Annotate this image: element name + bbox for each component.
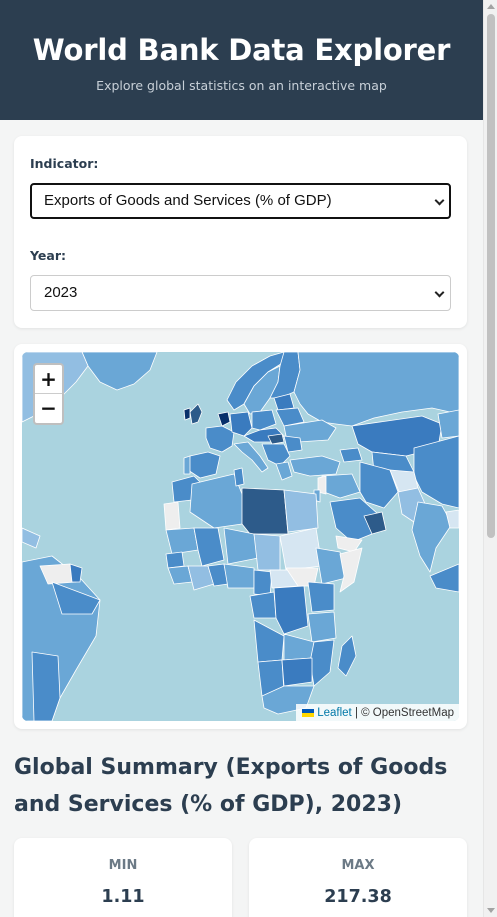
mali-region [193,527,225,567]
max-stat-card: MAX 217.38 [249,838,467,917]
greenland-region [81,352,158,391]
tunisia-region [233,467,245,487]
guyana-region [69,563,83,583]
uganda-kenya-region [307,581,335,613]
max-value: 217.38 [324,887,392,907]
page-subtitle: Explore global statistics on an interact… [96,78,387,93]
sudan-region [279,527,323,571]
chevron-down-icon [434,195,445,206]
choropleth-map[interactable]: + − Leaflet | © OpenStreetMap [22,352,459,721]
max-label: MAX [341,858,375,873]
cameroon-region [253,569,273,597]
leaflet-link[interactable]: Leaflet [317,707,352,719]
scroll-down-icon[interactable] [487,908,495,913]
spain-region [187,451,221,479]
chevron-down-icon [434,287,445,298]
year-select-value: 2023 [44,284,78,301]
drc-region [273,585,309,635]
map-card: + − Leaflet | © OpenStreetMap [14,344,467,729]
page-header: World Bank Data Explorer Explore global … [0,0,483,120]
somalia-region [339,547,363,593]
zoom-in-button[interactable]: + [35,365,62,394]
caucasus-region [339,447,363,463]
zambia-region [283,633,315,661]
tanzania-region [307,611,337,643]
mongolia-region [437,409,459,439]
indicator-label: Indicator: [30,156,99,171]
niger-region [223,527,259,565]
libya-region [241,487,289,535]
indicator-select[interactable]: Exports of Goods and Services (% of GDP) [30,183,451,219]
min-stat-card: MIN 1.11 [14,838,232,917]
controls-card: Indicator: Exports of Goods and Services… [14,136,467,328]
map-svg [22,352,459,721]
caribbean-region [22,527,41,549]
ireland-region [183,407,191,421]
russia-region [293,352,459,427]
turkey-region [289,455,341,477]
zoom-out-button[interactable]: − [35,394,62,423]
indonesia-region [429,563,459,593]
mozambique-region [309,639,335,687]
benelux-region [217,411,231,427]
portugal-region [183,455,191,475]
year-select[interactable]: 2023 [30,275,451,311]
chad-region [253,533,281,571]
syria-iraq-region [321,473,361,499]
year-label: Year: [30,248,66,263]
hungary-region [267,433,285,445]
scrollbar-thumb[interactable] [487,14,495,538]
min-label: MIN [108,858,138,873]
egypt-region [283,489,319,533]
greece-region [275,461,293,481]
zoom-control: + − [33,363,64,425]
mauritania-region [165,527,199,555]
page-title: World Bank Data Explorer [32,33,451,67]
senegal-region [165,551,185,569]
poland-region [251,409,277,431]
ukraine-flag-icon [302,709,315,717]
germany-region [229,411,253,437]
madagascar-region [337,635,357,677]
argentina-region [31,651,61,721]
angola-region [253,619,285,663]
gabon-congo-region [249,591,277,619]
page-scrollbar[interactable] [483,0,497,917]
min-value: 1.11 [101,887,145,907]
botswana-zimbabwe-region [281,657,313,687]
uk-region [189,403,203,425]
france-region [205,425,235,453]
western-sahara-region [163,501,181,531]
summary-title: Global Summary (Exports of Goods and Ser… [14,755,448,817]
scroll-up-icon[interactable] [487,4,495,9]
attribution-text: | © OpenStreetMap [354,707,454,719]
nigeria-region [223,563,255,589]
map-attribution: Leaflet | © OpenStreetMap [296,704,459,721]
indicator-select-value: Exports of Goods and Services (% of GDP) [44,192,332,209]
